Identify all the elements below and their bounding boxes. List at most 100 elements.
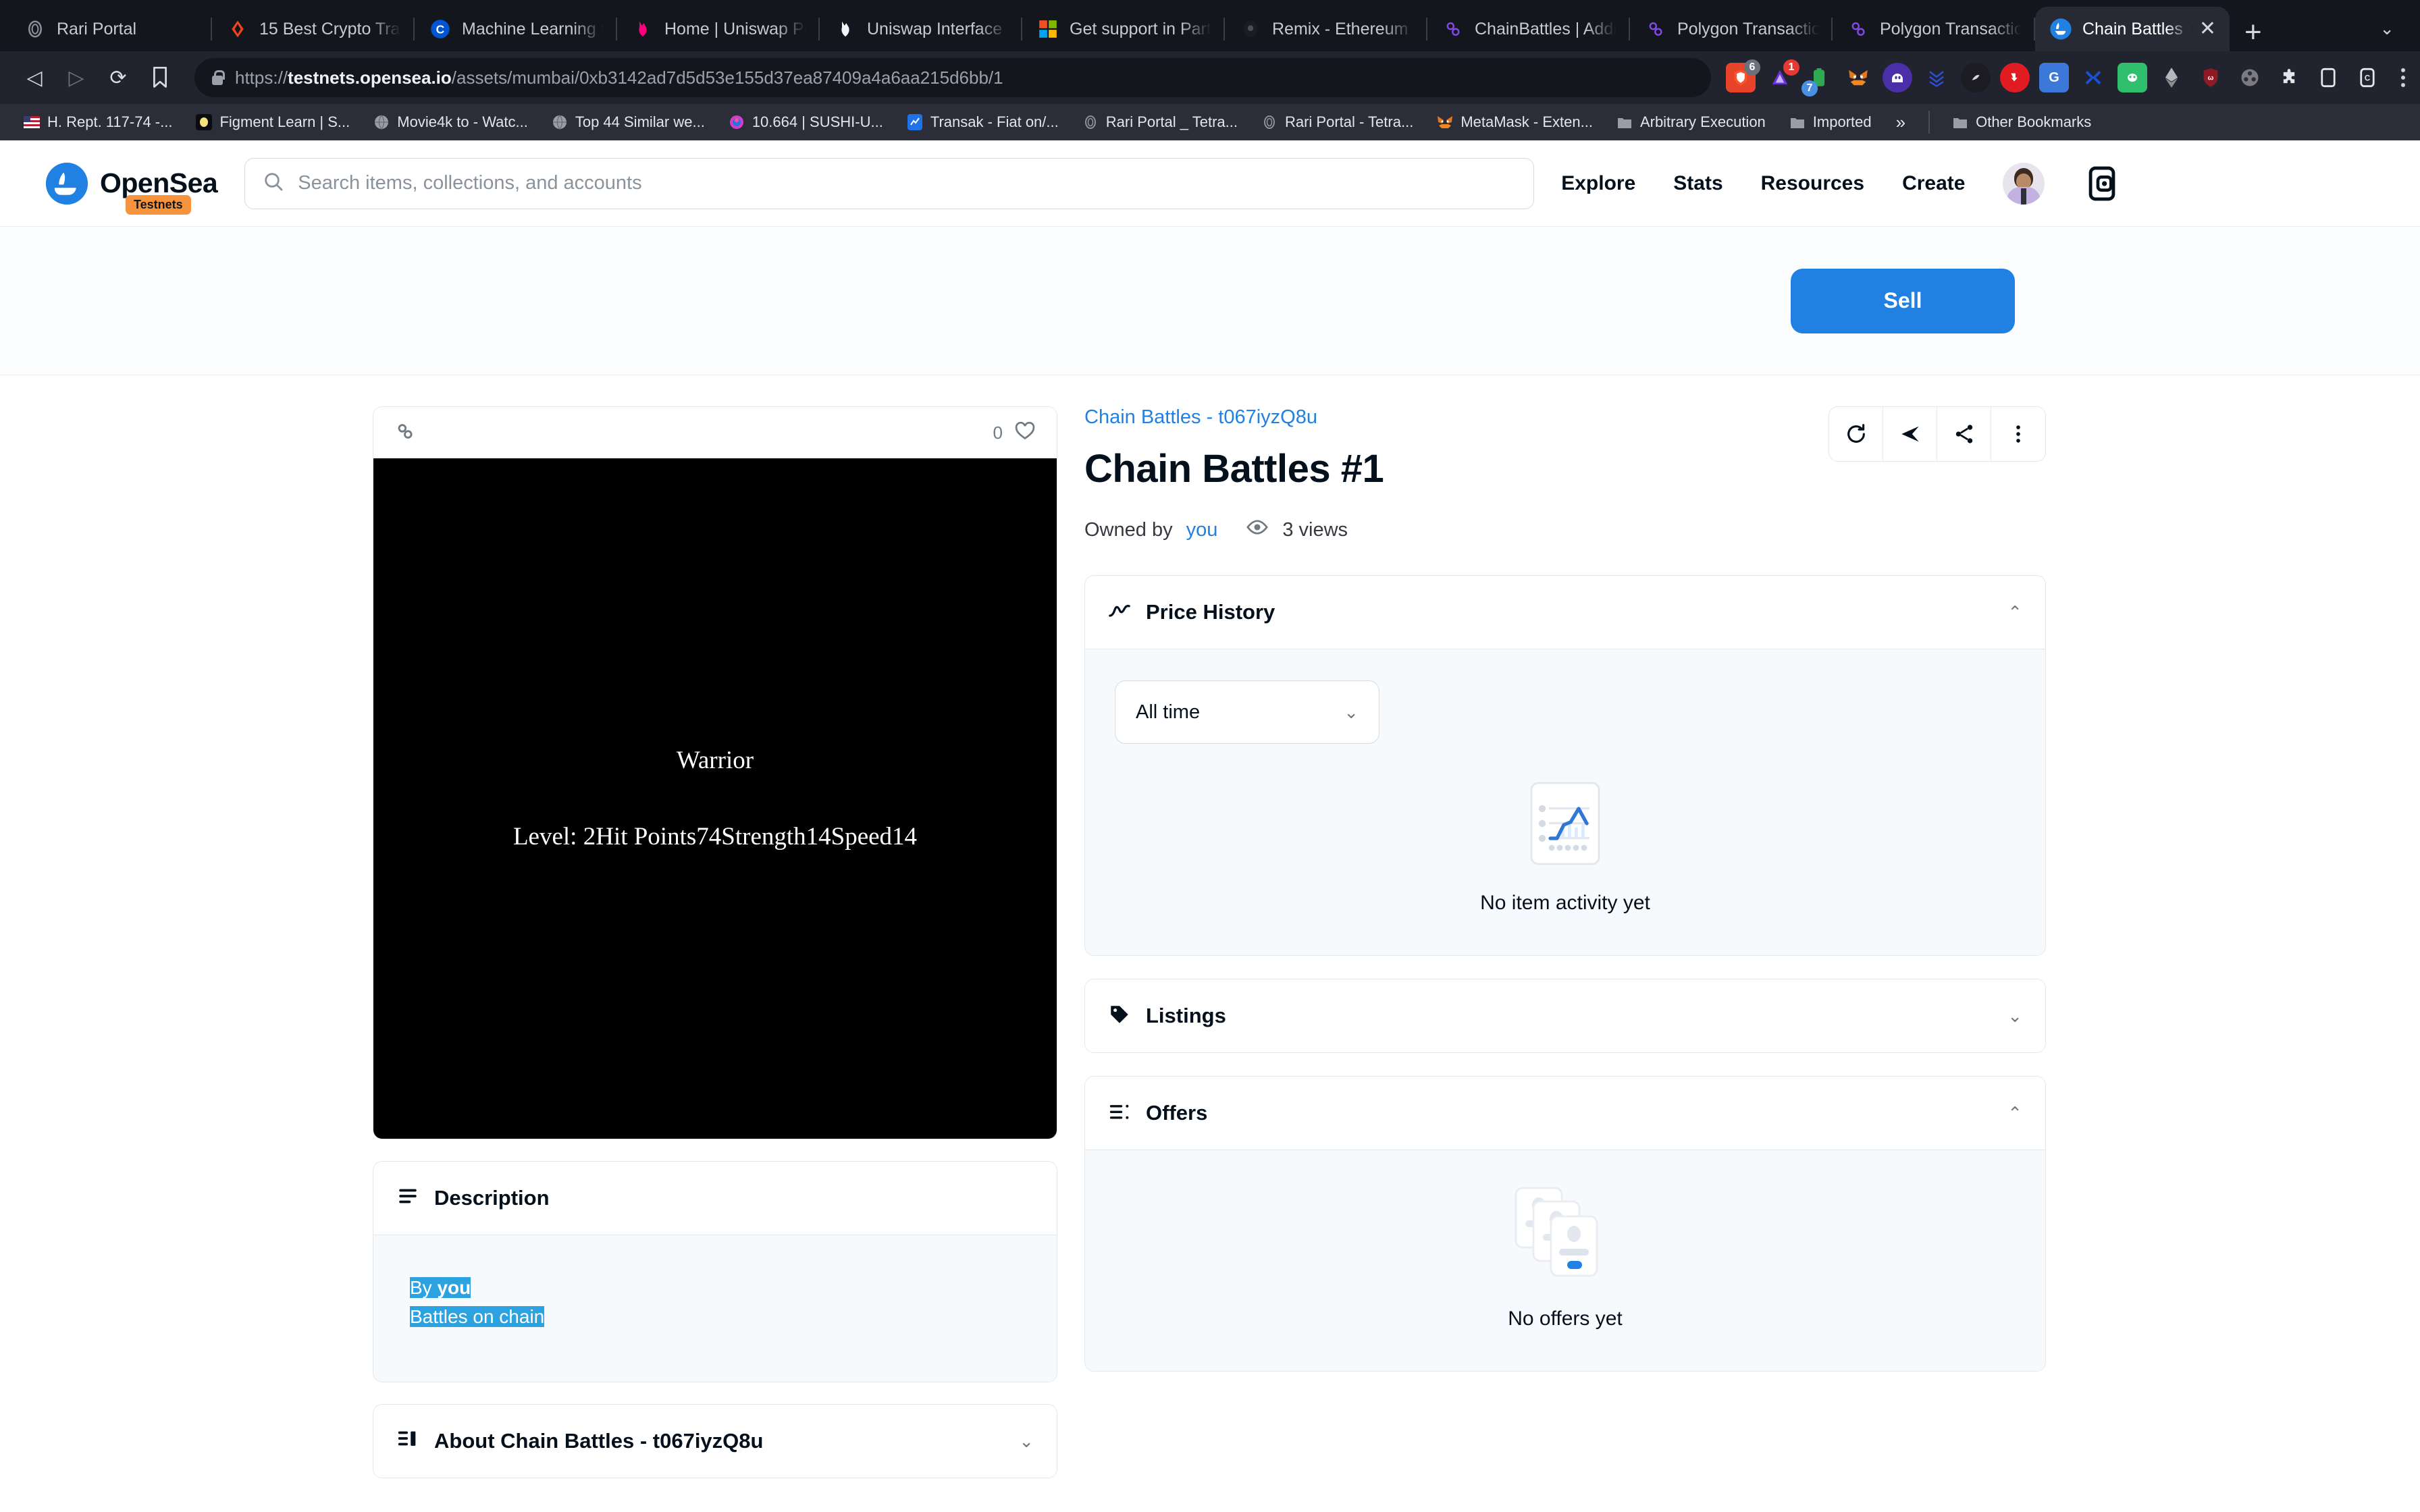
- more-options-button[interactable]: [1991, 407, 2045, 461]
- bookmark-item[interactable]: 10.664 | SUSHI-U...: [718, 113, 893, 131]
- transfer-button[interactable]: [1883, 407, 1937, 461]
- folder-icon: [1951, 113, 1969, 131]
- extension-toolbar: 6 1 7 G ω C: [1726, 59, 2405, 97]
- price-history-range-select[interactable]: All time ⌄: [1115, 680, 1379, 744]
- search-input[interactable]: Search items, collections, and accounts: [244, 157, 1535, 209]
- browser-tab[interactable]: Home | Uniswap Pro: [617, 7, 820, 51]
- listings-panel-title: Listings: [1146, 1004, 1226, 1027]
- chevron-up-icon[interactable]: ⌃: [2007, 1104, 2022, 1122]
- cast-icon[interactable]: C: [2352, 63, 2382, 92]
- puzzle-extensions-icon[interactable]: [2274, 63, 2304, 92]
- page-title: Chain Battles #1: [1084, 447, 1384, 491]
- chevron-down-icon[interactable]: ⌄: [2379, 18, 2394, 39]
- browser-tab[interactable]: Polygon Transaction: [1833, 7, 2035, 51]
- price-history-panel-header[interactable]: Price History ⌃: [1085, 576, 2045, 649]
- bookmark-folder[interactable]: Imported: [1779, 113, 1881, 131]
- chevron-down-icon[interactable]: ⌄: [2007, 1007, 2022, 1025]
- badge-count: 7: [1801, 80, 1818, 97]
- price-history-panel-body: All time ⌄ No item activity yet: [1085, 649, 2045, 955]
- red-shield-icon[interactable]: ω: [2196, 63, 2226, 92]
- favorite-button[interactable]: 0: [993, 419, 1036, 447]
- bookmarks-overflow-button[interactable]: »: [1885, 112, 1916, 133]
- tab-title: Home | Uniswap Pro: [664, 19, 806, 38]
- browser-tab-active[interactable]: Chain Battles #1 ✕: [2035, 7, 2230, 51]
- bookmark-item[interactable]: MetaMask - Exten...: [1427, 113, 1602, 131]
- back-button[interactable]: ◁: [15, 58, 54, 97]
- description-panel-header[interactable]: Description: [373, 1162, 1057, 1235]
- price-history-range-value: All time: [1136, 701, 1201, 723]
- sell-button[interactable]: Sell: [1791, 268, 2015, 333]
- nansen-icon[interactable]: [1922, 63, 1951, 92]
- dark-ext-icon[interactable]: [1961, 63, 1991, 92]
- owner-link[interactable]: you: [1186, 519, 1218, 541]
- sidebar-icon[interactable]: [2313, 63, 2343, 92]
- browser-tab[interactable]: 15 Best Crypto Trading: [212, 7, 415, 51]
- other-bookmarks-folder[interactable]: Other Bookmarks: [1942, 113, 2101, 131]
- price-history-empty-label: No item activity yet: [1480, 892, 1650, 914]
- chevron-down-icon[interactable]: ⌄: [1019, 1432, 1034, 1450]
- google-translate-icon[interactable]: G: [2039, 63, 2069, 92]
- bookmark-item[interactable]: Figment Learn | S...: [186, 113, 359, 131]
- nav-create[interactable]: Create: [1902, 172, 1965, 195]
- brave-shields-icon[interactable]: 6: [1726, 59, 1760, 92]
- tab-strip: Rari Portal 15 Best Crypto Trading C Mac…: [0, 0, 2420, 51]
- bookmark-item[interactable]: Movie4k to - Watc...: [363, 113, 537, 131]
- ethereum-icon[interactable]: [2157, 63, 2186, 92]
- film-reel-icon[interactable]: [2235, 63, 2265, 92]
- views-count: 3 views: [1282, 518, 1348, 541]
- trend-line-icon: [1108, 599, 1131, 626]
- brand-name: OpenSea: [100, 167, 218, 198]
- bookmark-item[interactable]: H. Rept. 117-74 -...: [14, 113, 182, 131]
- tab-title: 15 Best Crypto Trading: [259, 19, 401, 38]
- bookmark-label: MetaMask - Exten...: [1461, 113, 1593, 130]
- phantom-icon[interactable]: [1883, 63, 1912, 92]
- share-button[interactable]: [1937, 407, 1991, 461]
- breadcrumb[interactable]: Chain Battles - t067iyzQ8u: [1084, 406, 1803, 429]
- unicorn-icon: [631, 17, 655, 41]
- refresh-metadata-button[interactable]: [1829, 407, 1883, 461]
- owned-by-label: Owned by: [1084, 518, 1173, 541]
- reload-button[interactable]: ⟳: [99, 58, 138, 97]
- wallet-icon[interactable]: [2082, 164, 2122, 203]
- bookmark-label: Arbitrary Execution: [1639, 113, 1766, 130]
- alchemy-icon[interactable]: 1: [1765, 59, 1799, 92]
- avatar[interactable]: [2003, 162, 2045, 205]
- close-icon[interactable]: ✕: [2199, 19, 2216, 39]
- search-placeholder: Search items, collections, and accounts: [298, 172, 642, 194]
- bookmark-item[interactable]: Rari Portal _ Tetra...: [1072, 113, 1247, 131]
- price-history-panel-title: Price History: [1146, 600, 1275, 624]
- green-shield-icon[interactable]: [2118, 63, 2147, 92]
- nav-stats[interactable]: Stats: [1673, 172, 1722, 195]
- nav-explore[interactable]: Explore: [1561, 172, 1635, 195]
- about-panel-header[interactable]: About Chain Battles - t067iyzQ8u ⌄: [373, 1404, 1057, 1478]
- browser-tab[interactable]: Rari Portal: [9, 7, 212, 51]
- browser-tab[interactable]: ChainBattles | Addre: [1427, 7, 1630, 51]
- bookmark-item[interactable]: Top 44 Similar we...: [542, 113, 714, 131]
- asset-header: Chain Battles - t067iyzQ8u Chain Battles…: [1084, 406, 2046, 544]
- bookmark-item[interactable]: Rari Portal - Tetra...: [1251, 113, 1423, 131]
- new-tab-button[interactable]: +: [2244, 18, 2262, 47]
- opensea-logo[interactable]: OpenSea Testnets: [46, 162, 218, 215]
- browser-tab[interactable]: Remix - Ethereum ID: [1225, 7, 1427, 51]
- offers-panel-header[interactable]: Offers ⌃: [1085, 1077, 2045, 1150]
- browser-tab[interactable]: Polygon Transaction: [1630, 7, 1833, 51]
- testnets-badge: Testnets: [126, 194, 191, 215]
- nav-resources[interactable]: Resources: [1761, 172, 1864, 195]
- folder-icon: [1616, 113, 1633, 131]
- browser-tab[interactable]: Uniswap Interface: [820, 7, 1022, 51]
- usa-flag-icon: [23, 113, 41, 131]
- bookmark-item[interactable]: Transak - Fiat on/...: [897, 113, 1068, 131]
- metamask-icon[interactable]: [1843, 63, 1873, 92]
- video-block-icon[interactable]: [2000, 63, 2030, 92]
- browser-tab[interactable]: C Machine Learning for: [415, 7, 617, 51]
- forward-button[interactable]: ▷: [57, 58, 96, 97]
- chevron-up-icon[interactable]: ⌃: [2007, 603, 2022, 621]
- browser-tab[interactable]: Get support in Partn: [1022, 7, 1225, 51]
- bookmark-button[interactable]: [140, 58, 180, 97]
- pocket-universe-icon[interactable]: [2078, 63, 2108, 92]
- green-wallet-icon[interactable]: 7: [1801, 63, 1834, 97]
- listings-panel-header[interactable]: Listings ⌄: [1085, 979, 2045, 1052]
- browser-menu-icon[interactable]: [2401, 68, 2405, 87]
- address-bar[interactable]: https://testnets.opensea.io/assets/mumba…: [194, 58, 1711, 97]
- bookmark-folder[interactable]: Arbitrary Execution: [1606, 113, 1775, 131]
